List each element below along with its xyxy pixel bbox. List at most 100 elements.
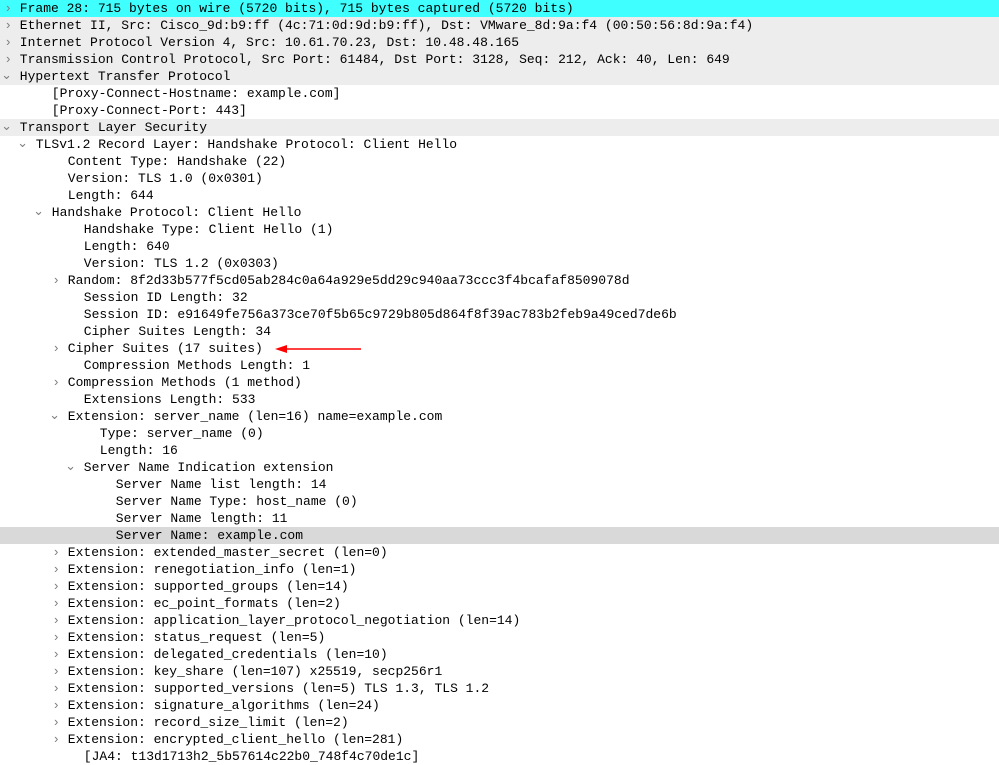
tree-row-text: Extension: record_size_limit (len=2) bbox=[60, 714, 999, 731]
tree-row[interactable]: Extension: supported_groups (len=14) bbox=[0, 578, 999, 595]
tree-row[interactable]: Version: TLS 1.2 (0x0303) bbox=[0, 255, 999, 272]
expand-icon[interactable] bbox=[0, 680, 60, 697]
expand-icon[interactable] bbox=[0, 714, 60, 731]
tree-row[interactable]: Transport Layer Security bbox=[0, 119, 999, 136]
expand-icon[interactable] bbox=[0, 697, 60, 714]
tree-row[interactable]: Server Name length: 11 bbox=[0, 510, 999, 527]
tree-row-text: Ethernet II, Src: Cisco_9d:b9:ff (4c:71:… bbox=[12, 17, 999, 34]
tree-row-text: Extension: supported_groups (len=14) bbox=[60, 578, 999, 595]
tree-row[interactable]: Server Name list length: 14 bbox=[0, 476, 999, 493]
packet-details-tree[interactable]: Frame 28: 715 bytes on wire (5720 bits),… bbox=[0, 0, 999, 765]
tree-row[interactable]: Length: 644 bbox=[0, 187, 999, 204]
tree-row[interactable]: Version: TLS 1.0 (0x0301) bbox=[0, 170, 999, 187]
tree-row[interactable]: Handshake Type: Client Hello (1) bbox=[0, 221, 999, 238]
expand-icon[interactable] bbox=[0, 17, 12, 34]
tree-row-text: Server Name list length: 14 bbox=[108, 476, 999, 493]
tree-row-text: Cipher Suites Length: 34 bbox=[76, 323, 999, 340]
tree-row[interactable]: Extension: encrypted_client_hello (len=2… bbox=[0, 731, 999, 748]
tree-row[interactable]: Type: server_name (0) bbox=[0, 425, 999, 442]
tree-row[interactable]: Extension: record_size_limit (len=2) bbox=[0, 714, 999, 731]
tree-row[interactable]: Extension: extended_master_secret (len=0… bbox=[0, 544, 999, 561]
tree-row-text: Transmission Control Protocol, Src Port:… bbox=[12, 51, 999, 68]
tree-row[interactable]: Content Type: Handshake (22) bbox=[0, 153, 999, 170]
tree-row[interactable]: [JA4: t13d1713h2_5b57614c22b0_748f4c70de… bbox=[0, 748, 999, 765]
tree-row[interactable]: Extension: supported_versions (len=5) TL… bbox=[0, 680, 999, 697]
tree-row[interactable]: Extension: status_request (len=5) bbox=[0, 629, 999, 646]
tree-row[interactable]: Server Name Type: host_name (0) bbox=[0, 493, 999, 510]
collapse-icon[interactable] bbox=[0, 68, 12, 85]
tree-row-text: Internet Protocol Version 4, Src: 10.61.… bbox=[12, 34, 999, 51]
tree-row[interactable]: Extension: server_name (len=16) name=exa… bbox=[0, 408, 999, 425]
collapse-icon[interactable] bbox=[0, 119, 12, 136]
tree-row[interactable]: Extension: signature_algorithms (len=24) bbox=[0, 697, 999, 714]
tree-row[interactable]: Hypertext Transfer Protocol bbox=[0, 68, 999, 85]
tree-row-text: Extension: application_layer_protocol_ne… bbox=[60, 612, 999, 629]
collapse-icon[interactable] bbox=[0, 459, 76, 476]
tree-row[interactable]: Cipher Suites Length: 34 bbox=[0, 323, 999, 340]
tree-row[interactable]: Extensions Length: 533 bbox=[0, 391, 999, 408]
tree-row-text: Version: TLS 1.2 (0x0303) bbox=[76, 255, 999, 272]
tree-row[interactable]: Length: 16 bbox=[0, 442, 999, 459]
tree-row-text: Length: 16 bbox=[92, 442, 999, 459]
expand-icon[interactable] bbox=[0, 629, 60, 646]
tree-row-text: Extension: encrypted_client_hello (len=2… bbox=[60, 731, 999, 748]
tree-row[interactable]: Random: 8f2d33b577f5cd05ab284c0a64a929e5… bbox=[0, 272, 999, 289]
tree-row[interactable]: Compression Methods (1 method) bbox=[0, 374, 999, 391]
expand-icon[interactable] bbox=[0, 612, 60, 629]
tree-row[interactable]: Transmission Control Protocol, Src Port:… bbox=[0, 51, 999, 68]
tree-row-text: Frame 28: 715 bytes on wire (5720 bits),… bbox=[12, 0, 999, 17]
tree-row[interactable]: Handshake Protocol: Client Hello bbox=[0, 204, 999, 221]
expand-icon[interactable] bbox=[0, 51, 12, 68]
tree-row-text: Hypertext Transfer Protocol bbox=[12, 68, 999, 85]
tree-row[interactable]: Extension: key_share (len=107) x25519, s… bbox=[0, 663, 999, 680]
tree-row-text: Extension: ec_point_formats (len=2) bbox=[60, 595, 999, 612]
expand-icon[interactable] bbox=[0, 646, 60, 663]
tree-row[interactable]: TLSv1.2 Record Layer: Handshake Protocol… bbox=[0, 136, 999, 153]
tree-row[interactable]: Server Name Indication extension bbox=[0, 459, 999, 476]
tree-row-text: Handshake Protocol: Client Hello bbox=[44, 204, 999, 221]
tree-row[interactable]: Length: 640 bbox=[0, 238, 999, 255]
expand-icon[interactable] bbox=[0, 561, 60, 578]
tree-row-text: Extension: status_request (len=5) bbox=[60, 629, 999, 646]
tree-row-text: Server Name Type: host_name (0) bbox=[108, 493, 999, 510]
expand-icon[interactable] bbox=[0, 272, 60, 289]
tree-row-text: Session ID: e91649fe756a373ce70f5b65c972… bbox=[76, 306, 999, 323]
tree-row-text: Session ID Length: 32 bbox=[76, 289, 999, 306]
tree-row[interactable]: Internet Protocol Version 4, Src: 10.61.… bbox=[0, 34, 999, 51]
expand-icon[interactable] bbox=[0, 0, 12, 17]
tree-row[interactable]: Session ID: e91649fe756a373ce70f5b65c972… bbox=[0, 306, 999, 323]
tree-row[interactable]: Extension: delegated_credentials (len=10… bbox=[0, 646, 999, 663]
tree-row[interactable]: Session ID Length: 32 bbox=[0, 289, 999, 306]
tree-row[interactable]: Server Name: example.com bbox=[0, 527, 999, 544]
expand-icon[interactable] bbox=[0, 595, 60, 612]
tree-row[interactable]: Extension: ec_point_formats (len=2) bbox=[0, 595, 999, 612]
tree-row[interactable]: [Proxy-Connect-Port: 443] bbox=[0, 102, 999, 119]
expand-icon[interactable] bbox=[0, 544, 60, 561]
expand-icon[interactable] bbox=[0, 374, 60, 391]
tree-row[interactable]: Extension: renegotiation_info (len=1) bbox=[0, 561, 999, 578]
tree-row-text: Extension: signature_algorithms (len=24) bbox=[60, 697, 999, 714]
tree-row[interactable]: [Proxy-Connect-Hostname: example.com] bbox=[0, 85, 999, 102]
tree-row-text: Content Type: Handshake (22) bbox=[60, 153, 999, 170]
collapse-icon[interactable] bbox=[0, 136, 28, 153]
annotation-arrow-icon bbox=[273, 343, 363, 355]
expand-icon[interactable] bbox=[0, 663, 60, 680]
tree-row-text: Cipher Suites (17 suites) bbox=[60, 340, 999, 357]
tree-row-text: Server Name: example.com bbox=[108, 527, 999, 544]
expand-icon[interactable] bbox=[0, 578, 60, 595]
collapse-icon[interactable] bbox=[0, 204, 44, 221]
tree-row-text: Length: 640 bbox=[76, 238, 999, 255]
collapse-icon[interactable] bbox=[0, 408, 60, 425]
tree-row-text: Random: 8f2d33b577f5cd05ab284c0a64a929e5… bbox=[60, 272, 999, 289]
tree-row-text: [Proxy-Connect-Hostname: example.com] bbox=[44, 85, 999, 102]
tree-row-text: Transport Layer Security bbox=[12, 119, 999, 136]
tree-row[interactable]: Ethernet II, Src: Cisco_9d:b9:ff (4c:71:… bbox=[0, 17, 999, 34]
tree-row[interactable]: Frame 28: 715 bytes on wire (5720 bits),… bbox=[0, 0, 999, 17]
tree-row[interactable]: Compression Methods Length: 1 bbox=[0, 357, 999, 374]
tree-row[interactable]: Cipher Suites (17 suites) bbox=[0, 340, 999, 357]
expand-icon[interactable] bbox=[0, 340, 60, 357]
expand-icon[interactable] bbox=[0, 34, 12, 51]
expand-icon[interactable] bbox=[0, 731, 60, 748]
tree-row-text: Extension: renegotiation_info (len=1) bbox=[60, 561, 999, 578]
tree-row[interactable]: Extension: application_layer_protocol_ne… bbox=[0, 612, 999, 629]
